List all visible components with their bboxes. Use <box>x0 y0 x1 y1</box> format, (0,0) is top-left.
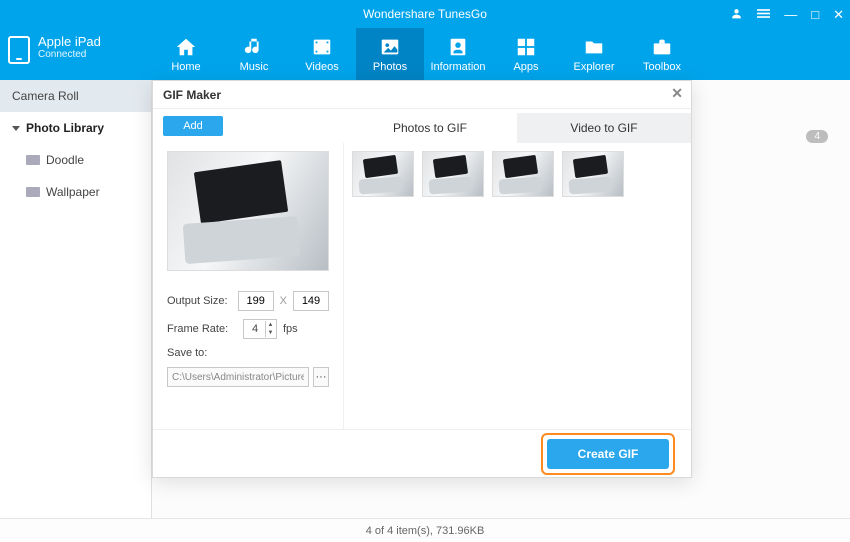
create-gif-button[interactable]: Create GIF <box>547 439 669 469</box>
chevron-down-icon <box>12 126 20 131</box>
thumbnail[interactable] <box>422 151 484 197</box>
save-path-input[interactable] <box>167 367 309 387</box>
app-window: Wondershare TunesGo — □ ✕ Apple iPad Con… <box>0 0 850 542</box>
sidebar-label: Camera Roll <box>12 89 79 103</box>
nav-label: Toolbox <box>643 61 681 73</box>
header-nav: Apple iPad Connected Home Music Videos P… <box>0 28 850 80</box>
settings-panel: Output Size: X Frame Rate: 4 ▲▼ fps <box>153 143 343 429</box>
nav-information[interactable]: Information <box>424 28 492 80</box>
sidebar-item-photo-library[interactable]: Photo Library <box>0 112 151 144</box>
highlight-annotation: Create GIF <box>541 433 675 475</box>
nav-label: Videos <box>305 61 338 73</box>
tab-video-to-gif[interactable]: Video to GIF <box>517 113 691 143</box>
image-icon <box>26 187 40 197</box>
nav-label: Photos <box>373 61 407 73</box>
nav-label: Explorer <box>574 61 615 73</box>
maximize-button[interactable]: □ <box>811 8 819 21</box>
device-status: Connected <box>38 49 101 60</box>
nav-home[interactable]: Home <box>152 28 220 80</box>
output-width-input[interactable] <box>238 291 274 311</box>
close-icon[interactable]: ✕ <box>671 85 683 102</box>
close-button[interactable]: ✕ <box>833 8 844 21</box>
nav-videos[interactable]: Videos <box>288 28 356 80</box>
sidebar-item-wallpaper[interactable]: Wallpaper <box>0 176 151 208</box>
nav-label: Music <box>240 61 269 73</box>
dialog-footer: Create GIF <box>153 429 691 477</box>
nav-apps[interactable]: Apps <box>492 28 560 80</box>
briefcase-icon <box>651 36 673 58</box>
apps-icon <box>515 36 537 58</box>
title-bar: Wondershare TunesGo — □ ✕ <box>0 0 850 28</box>
nav-label: Home <box>171 61 200 73</box>
thumbnail[interactable] <box>352 151 414 197</box>
output-size-label: Output Size: <box>167 295 232 307</box>
image-icon <box>26 155 40 165</box>
tab-photos-to-gif[interactable]: Photos to GIF <box>343 113 517 143</box>
tablet-icon <box>8 36 30 64</box>
sidebar-label: Doodle <box>46 153 84 167</box>
browse-button[interactable]: ··· <box>313 367 329 387</box>
frame-rate-stepper[interactable]: 4 ▲▼ <box>243 319 277 339</box>
sidebar-label: Wallpaper <box>46 185 100 199</box>
status-text: 4 of 4 item(s), 731.96KB <box>366 525 485 537</box>
user-icon[interactable] <box>730 7 743 22</box>
contacts-icon <box>447 36 469 58</box>
menu-icon[interactable] <box>757 7 770 22</box>
sidebar: Camera Roll Photo Library Doodle Wallpap… <box>0 80 152 518</box>
dimension-separator: X <box>280 295 287 307</box>
folder-icon <box>583 36 605 58</box>
nav-toolbox[interactable]: Toolbox <box>628 28 696 80</box>
output-height-input[interactable] <box>293 291 329 311</box>
nav-music[interactable]: Music <box>220 28 288 80</box>
add-button[interactable]: Add <box>163 116 223 136</box>
sidebar-item-doodle[interactable]: Doodle <box>0 144 151 176</box>
app-title: Wondershare TunesGo <box>363 7 487 21</box>
nav-label: Information <box>430 61 485 73</box>
sidebar-item-camera-roll[interactable]: Camera Roll <box>0 80 151 112</box>
device-info[interactable]: Apple iPad Connected <box>0 28 152 80</box>
home-icon <box>175 36 197 58</box>
thumbnail[interactable] <box>492 151 554 197</box>
thumbnail[interactable] <box>562 151 624 197</box>
gif-tabs: Photos to GIF Video to GIF <box>343 113 691 143</box>
film-icon <box>311 36 333 58</box>
dialog-title: GIF Maker <box>163 88 221 102</box>
device-name: Apple iPad <box>38 34 101 49</box>
save-to-label: Save to: <box>167 347 207 359</box>
dialog-title-bar: GIF Maker ✕ <box>153 81 691 109</box>
nav-label: Apps <box>513 61 538 73</box>
gif-maker-dialog: GIF Maker ✕ Add Photos to GIF Video to G… <box>152 80 692 478</box>
thumbnail-grid <box>343 143 691 429</box>
chevron-down-icon[interactable]: ▼ <box>265 329 275 337</box>
status-bar: 4 of 4 item(s), 731.96KB <box>0 518 850 542</box>
chevron-up-icon[interactable]: ▲ <box>265 321 275 329</box>
frame-rate-value: 4 <box>252 323 258 335</box>
fps-label: fps <box>283 323 298 335</box>
nav-explorer[interactable]: Explorer <box>560 28 628 80</box>
nav-photos[interactable]: Photos <box>356 28 424 80</box>
music-icon <box>243 36 265 58</box>
minimize-button[interactable]: — <box>784 8 797 21</box>
sidebar-label: Photo Library <box>26 121 104 135</box>
nav-tabs: Home Music Videos Photos Information App… <box>152 28 850 80</box>
photo-icon <box>379 36 401 58</box>
count-badge: 4 <box>806 130 828 143</box>
frame-rate-label: Frame Rate: <box>167 323 237 335</box>
preview-image <box>167 151 329 271</box>
